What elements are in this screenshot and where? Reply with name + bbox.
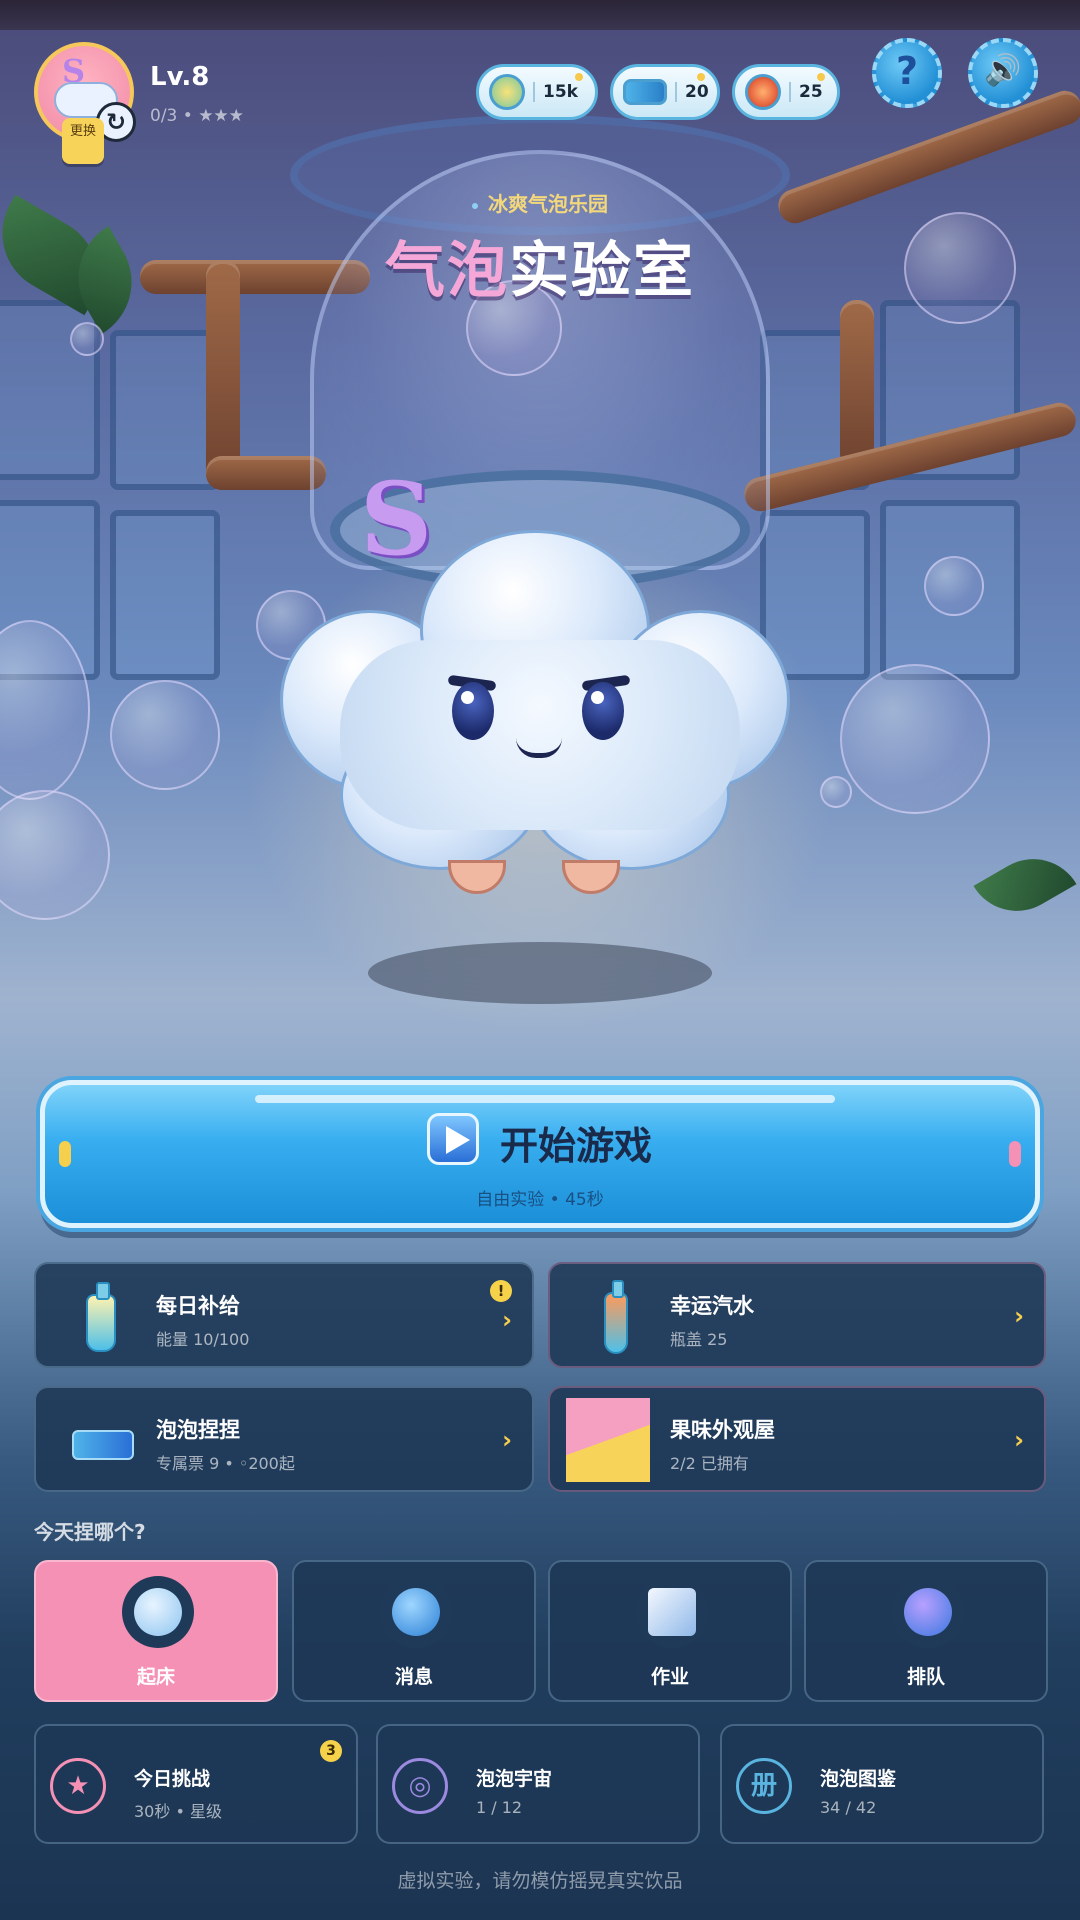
level-progress: 0/3 • ★★★	[150, 106, 244, 126]
change-avatar-button[interactable]: 更换	[62, 118, 104, 164]
sound-button[interactable]: 🔊	[968, 38, 1038, 108]
start-label: 开始游戏	[500, 1124, 653, 1168]
game-subtitle: 冰爽气泡乐园	[0, 188, 1080, 217]
ticket-icon	[66, 1402, 136, 1480]
ticket-icon	[623, 79, 667, 105]
card-subtitle: 1 / 12	[476, 1798, 523, 1817]
subtitle-text: 冰爽气泡乐园	[488, 192, 608, 216]
daily-challenge-card[interactable]: ★ 今日挑战 30秒 • 星级 3	[34, 1724, 358, 1844]
side-dot	[59, 1141, 71, 1167]
card-subtitle: 能量 10/100	[156, 1330, 250, 1349]
gem-value: 25	[789, 82, 823, 102]
notification-dot	[817, 73, 825, 81]
disclaimer: 虚拟实验，请勿模仿摇晃真实饮品	[397, 1870, 683, 1892]
bottle-icon	[66, 1278, 136, 1356]
coin-counter[interactable]: 15k	[476, 64, 598, 120]
alert-badge: !	[490, 1280, 512, 1302]
ticket-value: 20	[675, 82, 709, 102]
help-icon: ?	[895, 49, 919, 93]
book-icon: 册	[736, 1758, 792, 1814]
card-subtitle: 30秒 • 星级	[134, 1802, 222, 1821]
mood-label: 消息	[394, 1666, 433, 1688]
bubble-collection-card[interactable]: 册 泡泡图鉴 34 / 42	[720, 1724, 1044, 1844]
card-title: 每日补给	[156, 1294, 240, 1318]
bubble	[820, 776, 852, 808]
card-subtitle: 专属票 9 • ◦200起	[156, 1454, 295, 1473]
bubble-universe-card[interactable]: ◎ 泡泡宇宙 1 / 12	[376, 1724, 700, 1844]
left-eye	[452, 682, 494, 740]
gem-counter[interactable]: 25	[732, 64, 840, 120]
pipe	[840, 300, 874, 470]
mood-label: 排队	[906, 1666, 945, 1688]
s-logo-icon: S	[360, 460, 433, 578]
section-label: 今天捏哪个?	[34, 1520, 146, 1544]
foot	[562, 860, 620, 894]
start-subtitle: 自由实验 • 45秒	[476, 1190, 604, 1210]
pipe	[206, 456, 326, 490]
chevron-right-icon: ›	[502, 1306, 512, 1334]
cloud-mascot[interactable]	[280, 520, 800, 900]
card-title: 泡泡宇宙	[476, 1768, 553, 1790]
coin-icon	[489, 74, 525, 110]
button-shine	[255, 1095, 835, 1103]
card-title: 果味外观屋	[670, 1418, 775, 1442]
gem-icon	[745, 74, 781, 110]
play-icon	[427, 1113, 479, 1165]
title-part1: 气泡	[385, 236, 509, 306]
chevron-right-icon: ›	[502, 1426, 512, 1454]
card-subtitle: 2/2 已拥有	[670, 1454, 749, 1473]
mascot-shadow	[368, 942, 712, 1004]
card-title: 幸运汽水	[670, 1294, 754, 1318]
card-subtitle: 34 / 42	[820, 1798, 877, 1817]
ticket-counter[interactable]: 20	[610, 64, 720, 120]
side-dot	[1009, 1141, 1021, 1167]
card-title: 泡泡捏捏	[156, 1418, 240, 1442]
mood-label: 起床	[136, 1666, 175, 1688]
card-title: 泡泡图鉴	[820, 1768, 897, 1790]
player-level: Lv.8	[150, 62, 210, 92]
bubble	[70, 322, 104, 356]
mood-option-wakeup[interactable]: 起床	[34, 1560, 278, 1702]
speaker-icon: 🔊	[984, 53, 1022, 88]
coin-value: 15k	[533, 82, 578, 102]
mood-option-message[interactable]: 消息	[292, 1560, 536, 1702]
chevron-right-icon: ›	[1014, 1426, 1024, 1454]
notification-dot	[575, 73, 583, 81]
queue-icon	[892, 1576, 964, 1648]
bubble	[924, 556, 984, 616]
bubble	[840, 664, 990, 814]
count-badge: 3	[320, 1740, 342, 1762]
lucky-soda-card[interactable]: 幸运汽水 瓶盖 25 ›	[548, 1262, 1046, 1368]
chat-bubble-icon	[380, 1576, 452, 1648]
game-title: 气泡实验室	[0, 222, 1080, 309]
right-eye	[582, 682, 624, 740]
soda-bottle-icon	[580, 1278, 650, 1356]
mood-label: 作业	[650, 1666, 689, 1688]
mood-option-queue[interactable]: 排队	[804, 1560, 1048, 1702]
fruit-skin-icon	[566, 1398, 650, 1482]
bubble	[110, 680, 220, 790]
dot-icon	[472, 202, 478, 209]
title-part2: 实验室	[509, 236, 695, 306]
notebook-icon	[636, 1576, 708, 1648]
planet-icon: ◎	[392, 1758, 448, 1814]
star-icon: ★	[50, 1758, 106, 1814]
foot	[448, 860, 506, 894]
help-button[interactable]: ?	[872, 38, 942, 108]
fruit-skin-shop-card[interactable]: 果味外观屋 2/2 已拥有 ›	[548, 1386, 1046, 1492]
mood-option-homework[interactable]: 作业	[548, 1560, 792, 1702]
daily-supply-card[interactable]: 每日补给 能量 10/100 ! ›	[34, 1262, 534, 1368]
notification-dot	[697, 73, 705, 81]
bubble-squeeze-card[interactable]: 泡泡捏捏 专属票 9 • ◦200起 ›	[34, 1386, 534, 1492]
card-subtitle: 瓶盖 25	[670, 1330, 728, 1349]
alarm-clock-icon	[122, 1576, 194, 1648]
card-title: 今日挑战	[134, 1768, 211, 1790]
chevron-right-icon: ›	[1014, 1302, 1024, 1330]
start-game-button[interactable]: 开始游戏 自由实验 • 45秒	[40, 1080, 1040, 1228]
